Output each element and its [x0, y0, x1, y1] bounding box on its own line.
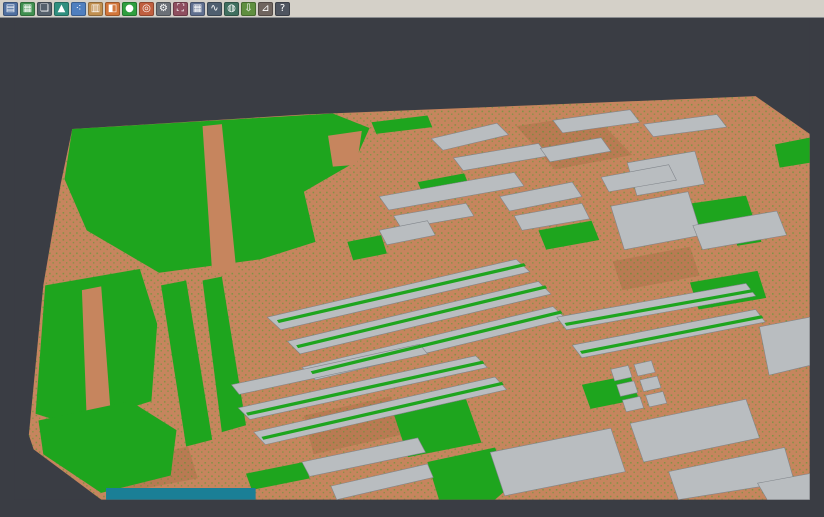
classify-icon[interactable]: ◧ [105, 2, 120, 16]
settings-icon[interactable]: ⚙ [156, 2, 171, 16]
profile-icon[interactable]: ∿ [207, 2, 222, 16]
target-icon[interactable]: ◎ [139, 2, 154, 16]
grid-icon[interactable]: ▦ [190, 2, 205, 16]
toolbar: ▤▦❏▲⁖▥◧●◎⚙⛶▦∿◍⇩⊿? [0, 0, 824, 18]
palette-icon[interactable]: ▥ [88, 2, 103, 16]
point-cloud-icon[interactable]: ⁖ [71, 2, 86, 16]
help-icon[interactable]: ? [275, 2, 290, 16]
crop-icon[interactable]: ⛶ [173, 2, 188, 16]
viewport-3d[interactable] [0, 18, 824, 517]
point-cloud-scene[interactable] [0, 18, 824, 517]
save-icon[interactable]: ▦ [20, 2, 35, 16]
measure-icon[interactable]: ⊿ [258, 2, 273, 16]
globe-icon[interactable]: ◍ [224, 2, 239, 16]
layers-icon[interactable]: ❏ [37, 2, 52, 16]
vegetation-icon[interactable]: ● [122, 2, 137, 16]
application-window: ▤▦❏▲⁖▥◧●◎⚙⛶▦∿◍⇩⊿? [0, 0, 824, 517]
terrain-icon[interactable]: ▲ [54, 2, 69, 16]
export-icon[interactable]: ⇩ [241, 2, 256, 16]
water-strip [106, 488, 256, 500]
open-icon[interactable]: ▤ [3, 2, 18, 16]
